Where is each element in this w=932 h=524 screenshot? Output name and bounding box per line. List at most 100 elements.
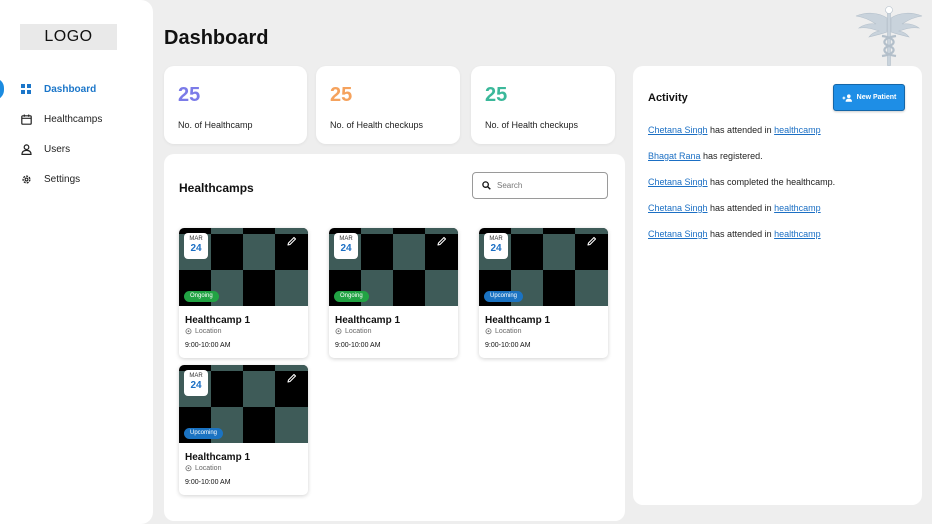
edit-button[interactable] <box>281 233 301 253</box>
activity-title: Activity <box>648 92 688 104</box>
grid-icon <box>20 83 32 95</box>
activity-item: Chetana Singh has attended in healthcamp <box>648 202 913 228</box>
edit-button[interactable] <box>581 233 601 253</box>
stat-value: 25 <box>330 84 353 106</box>
activity-text: has registered. <box>700 151 763 161</box>
healthcamp-link[interactable]: healthcamp <box>774 125 821 135</box>
sidebar-item-settings[interactable]: Settings <box>0 164 153 194</box>
new-patient-button[interactable]: New Patient <box>833 84 905 111</box>
healthcamp-time: 9:00-10:00 AM <box>185 342 231 349</box>
healthcamp-location: Location <box>335 328 371 335</box>
activity-item: Chetana Singh has completed the healthca… <box>648 176 913 202</box>
activity-item: Chetana Singh has attended in healthcamp <box>648 124 913 150</box>
sidebar-item-label: Dashboard <box>44 83 97 95</box>
pencil-icon <box>586 234 597 252</box>
date-badge: MAR 24 <box>334 233 358 259</box>
stat-value: 25 <box>178 84 201 106</box>
calendar-icon <box>20 113 32 125</box>
date-month: MAR <box>339 236 353 242</box>
stat-card-healthcamps: 25 No. of Healthcamp <box>164 66 307 144</box>
edit-button[interactable] <box>281 370 301 390</box>
healthcamp-time: 9:00-10:00 AM <box>335 342 381 349</box>
stat-card-health-checkups: 25 No. of Health checkups <box>316 66 460 144</box>
status-badge: Ongoing <box>184 291 219 302</box>
status-badge: Ongoing <box>334 291 369 302</box>
location-text: Location <box>195 328 222 335</box>
activity-item: Chetana Singh has attended in healthcamp <box>648 228 913 254</box>
active-indicator <box>0 78 4 100</box>
healthcamps-title: Healthcamps <box>179 181 254 195</box>
sidebar-item-users[interactable]: Users <box>0 134 153 164</box>
date-day: 24 <box>190 243 202 254</box>
activity-panel: Activity New Patient Chetana Singh has a… <box>633 66 922 505</box>
healthcamp-name: Healthcamp 1 <box>185 315 251 326</box>
activity-text: has completed the healthcamp. <box>707 177 836 187</box>
page-title: Dashboard <box>164 27 269 49</box>
stat-label: No. of Health checkups <box>485 120 579 130</box>
healthcamp-time: 9:00-10:00 AM <box>485 342 531 349</box>
activity-text: has attended in <box>707 203 775 213</box>
edit-button[interactable] <box>431 233 451 253</box>
sidebar-nav: Dashboard Healthcamps Users Settings <box>0 74 153 194</box>
sidebar-item-label: Healthcamps <box>44 113 103 125</box>
healthcamp-location: Location <box>185 328 221 335</box>
healthcamp-card[interactable]: MAR 24 Ongoing Healthcamp 1 Location 9:0… <box>179 228 308 358</box>
date-month: MAR <box>489 236 503 242</box>
location-text: Location <box>495 328 522 335</box>
activity-item: Bhagat Rana has registered. <box>648 150 913 176</box>
date-day: 24 <box>340 243 352 254</box>
user-icon <box>20 143 32 155</box>
healthcamp-location: Location <box>485 328 521 335</box>
sidebar-item-healthcamps[interactable]: Healthcamps <box>0 104 153 134</box>
search-icon <box>482 177 491 195</box>
sidebar-item-label: Users <box>44 143 71 155</box>
stat-card-health-checkups-2: 25 No. of Health checkups <box>471 66 615 144</box>
healthcamp-link[interactable]: healthcamp <box>774 229 821 239</box>
search-box[interactable] <box>472 172 608 199</box>
new-patient-label: New Patient <box>856 94 897 101</box>
status-badge: Upcoming <box>484 291 524 302</box>
healthcamp-location: Location <box>185 465 221 472</box>
person-link[interactable]: Chetana Singh <box>648 125 708 135</box>
pencil-icon <box>436 234 447 252</box>
person-link[interactable]: Chetana Singh <box>648 203 708 213</box>
stat-label: No. of Healthcamp <box>178 120 253 130</box>
status-badge: Upcoming <box>184 428 224 439</box>
healthcamp-link[interactable]: healthcamp <box>774 203 821 213</box>
pencil-icon <box>286 371 297 389</box>
search-input[interactable] <box>497 181 597 190</box>
activity-text: has attended in <box>707 125 775 135</box>
stat-label: No. of Health checkups <box>330 120 424 130</box>
healthcamp-name: Healthcamp 1 <box>185 452 251 463</box>
date-badge: MAR 24 <box>184 370 208 396</box>
date-day: 24 <box>490 243 502 254</box>
person-link[interactable]: Chetana Singh <box>648 229 708 239</box>
date-day: 24 <box>190 380 202 391</box>
healthcamp-card[interactable]: MAR 24 Upcoming Healthcamp 1 Location 9:… <box>179 365 308 495</box>
location-pin-icon <box>485 328 492 335</box>
healthcamp-name: Healthcamp 1 <box>335 315 401 326</box>
location-pin-icon <box>185 465 192 472</box>
gear-icon <box>20 173 32 185</box>
date-badge: MAR 24 <box>184 233 208 259</box>
activity-list: Chetana Singh has attended in healthcamp… <box>648 124 913 254</box>
healthcamps-panel: Healthcamps MAR 24 Ongoing Healthcamp 1 … <box>164 154 625 521</box>
location-pin-icon <box>185 328 192 335</box>
date-month: MAR <box>189 373 203 379</box>
caduceus-icon <box>854 4 924 67</box>
location-pin-icon <box>335 328 342 335</box>
date-month: MAR <box>189 236 203 242</box>
location-text: Location <box>195 465 222 472</box>
healthcamp-card[interactable]: MAR 24 Upcoming Healthcamp 1 Location 9:… <box>479 228 608 358</box>
date-badge: MAR 24 <box>484 233 508 259</box>
stat-value: 25 <box>485 84 508 106</box>
healthcamp-card[interactable]: MAR 24 Ongoing Healthcamp 1 Location 9:0… <box>329 228 458 358</box>
add-user-icon <box>842 93 853 102</box>
sidebar-item-label: Settings <box>44 173 81 185</box>
healthcamp-name: Healthcamp 1 <box>485 315 551 326</box>
person-link[interactable]: Bhagat Rana <box>648 151 701 161</box>
pencil-icon <box>286 234 297 252</box>
sidebar: LOGO Dashboard Healthcamps Users Setting… <box>0 0 153 524</box>
sidebar-item-dashboard[interactable]: Dashboard <box>0 74 153 104</box>
person-link[interactable]: Chetana Singh <box>648 177 708 187</box>
